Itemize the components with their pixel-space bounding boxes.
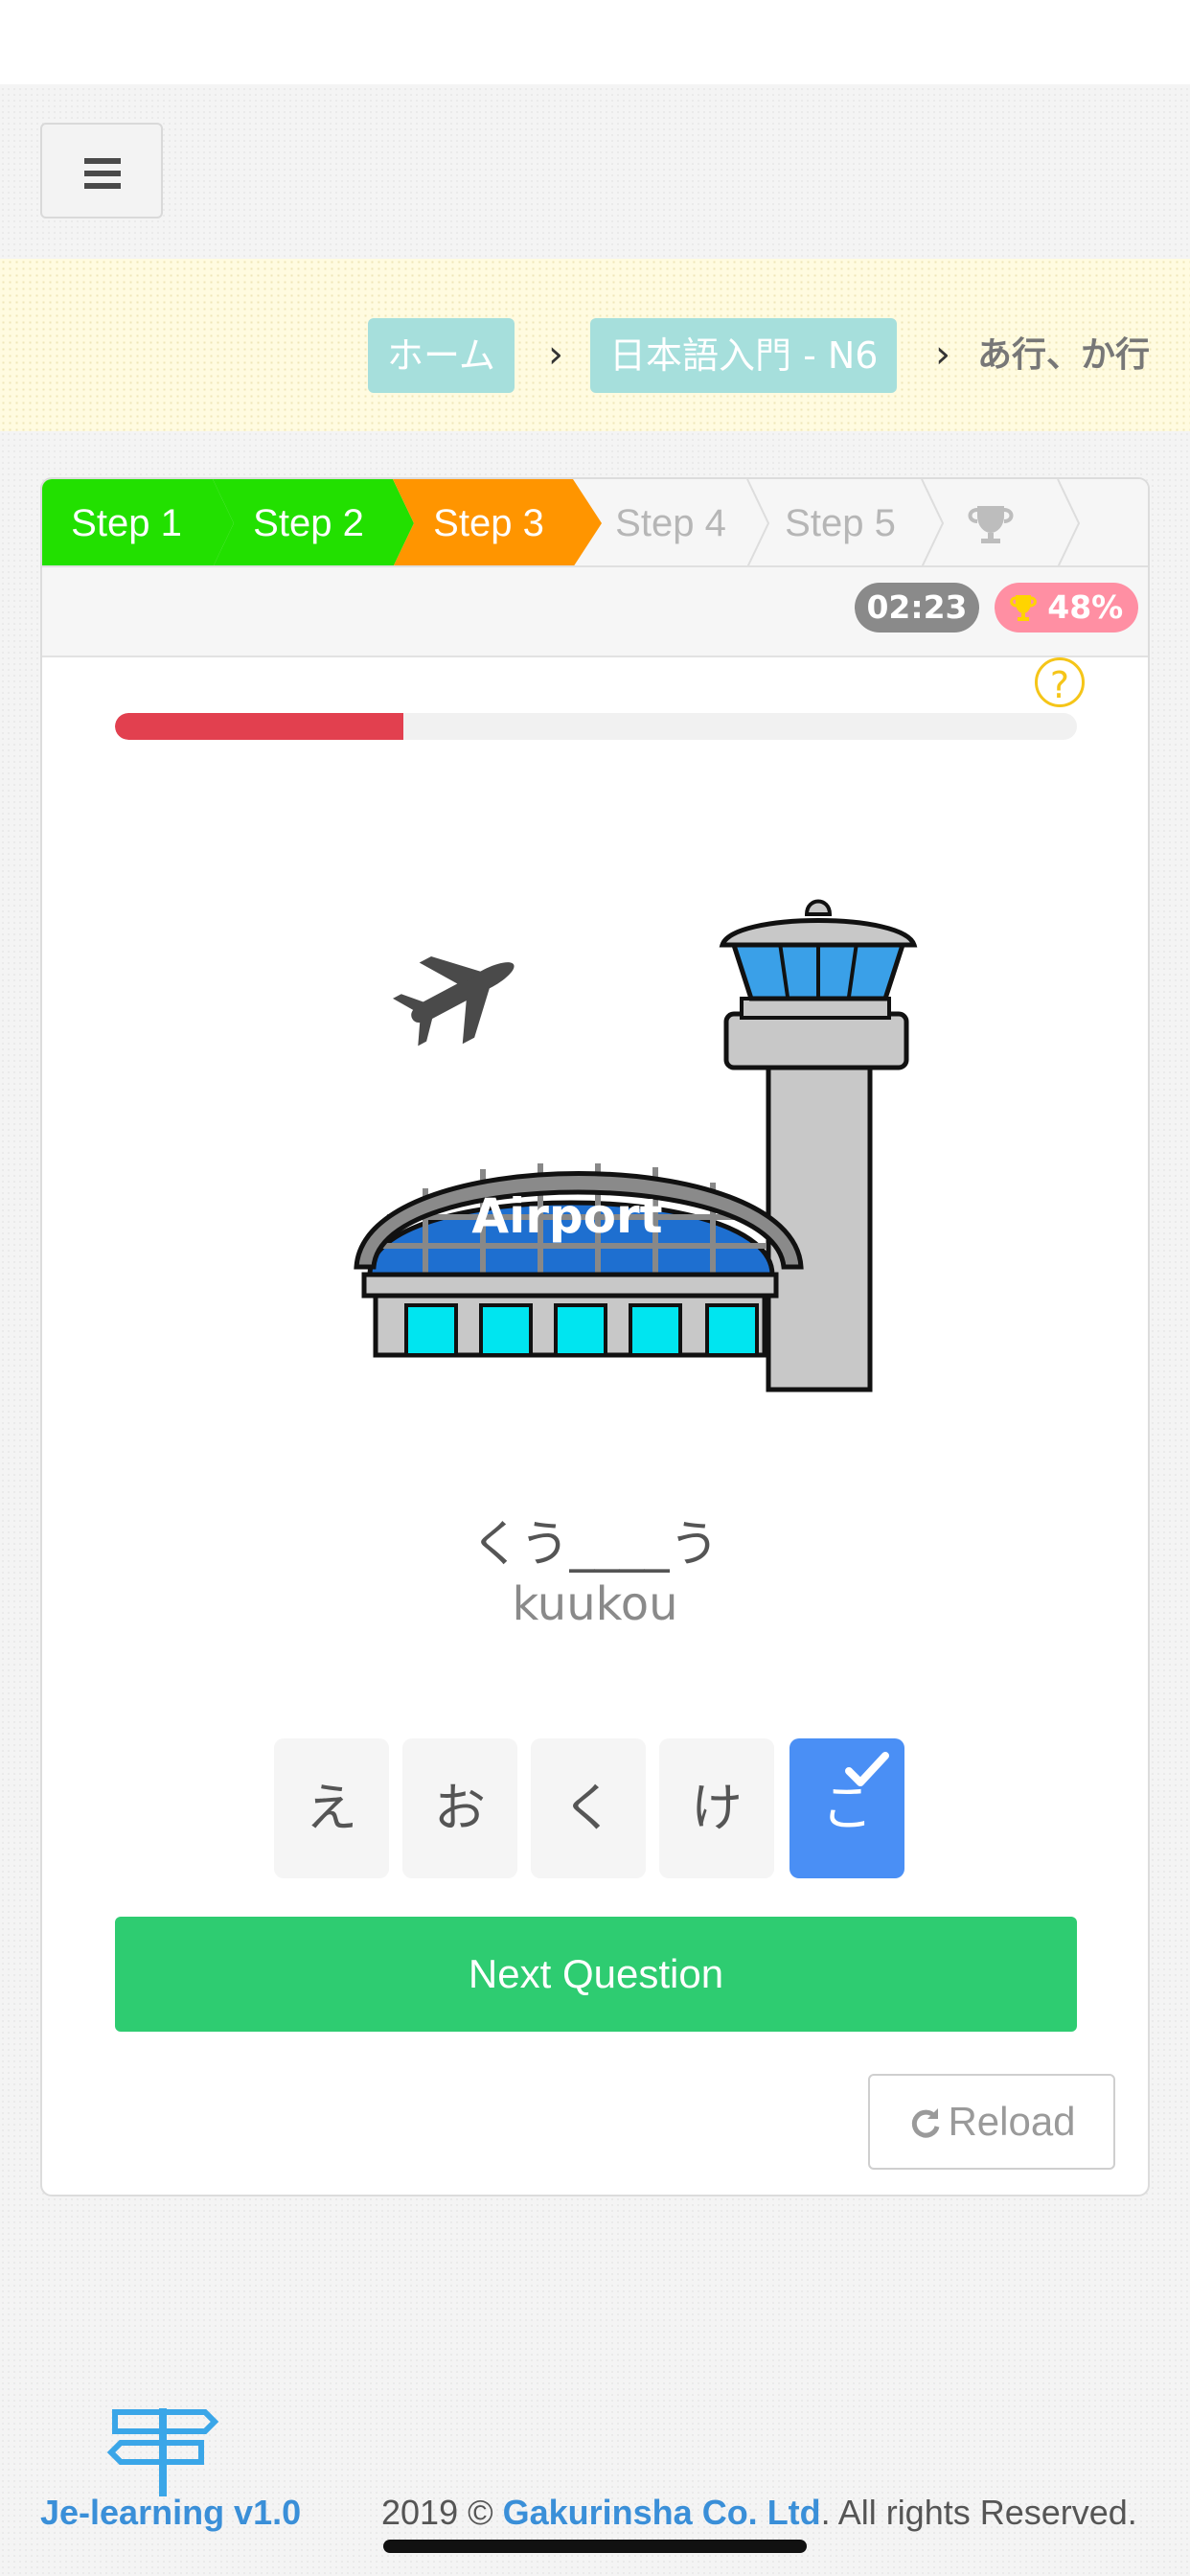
- company-link[interactable]: Gakurinsha Co. Ltd: [503, 2493, 821, 2532]
- choice-option[interactable]: え: [274, 1738, 389, 1878]
- hamburger-icon: [84, 158, 121, 196]
- step-5-label[interactable]: Step 5: [761, 479, 920, 567]
- copyright-suffix: . All rights Reserved.: [820, 2493, 1137, 2532]
- breadcrumb-course[interactable]: 日本語入門 - N6: [590, 318, 898, 393]
- score-value: 48%: [1047, 588, 1124, 626]
- breadcrumb-separator: ›: [548, 333, 563, 377]
- question-kana: くう____う: [470, 1516, 720, 1574]
- copyright-prefix: 2019 ©: [381, 2493, 503, 2532]
- trophy-icon: [1009, 595, 1037, 621]
- question-progress-fill: [115, 713, 404, 740]
- status-bar-area: [0, 0, 1190, 84]
- home-indicator: [383, 2540, 807, 2553]
- step-4-label[interactable]: Step 4: [594, 479, 747, 567]
- choice-option[interactable]: お: [402, 1738, 517, 1878]
- question-progress-bar: [115, 713, 1077, 740]
- quiz-header: Step 1 Step 2 Step 3 Step 4 Step 5 02:23…: [42, 479, 1148, 657]
- footer-copyright: 2019 © Gakurinsha Co. Ltd. All rights Re…: [381, 2492, 1137, 2534]
- choice-option[interactable]: け: [659, 1738, 774, 1878]
- step-divider: [921, 479, 945, 567]
- trophy-icon[interactable]: [968, 506, 1014, 543]
- refresh-icon: [912, 2108, 940, 2138]
- quiz-card: Step 1 Step 2 Step 3 Step 4 Step 5 02:23…: [40, 477, 1150, 2196]
- menu-button[interactable]: [40, 123, 163, 218]
- breadcrumb-current: あ行、か行: [977, 335, 1151, 375]
- footer-brand-link[interactable]: Je-learning v1.0: [40, 2492, 301, 2534]
- signpost-logo-icon: [106, 2408, 219, 2496]
- breadcrumb-separator: ›: [935, 333, 950, 377]
- step-3-label[interactable]: Step 3: [404, 479, 573, 567]
- step-1-label[interactable]: Step 1: [42, 479, 211, 567]
- checkmark-icon: [845, 1752, 889, 1786]
- next-question-button[interactable]: Next Question: [115, 1917, 1077, 2032]
- timer-badge: 02:23: [855, 583, 979, 632]
- airport-sign-text: Airport: [471, 1188, 662, 1244]
- choice-option[interactable]: く: [531, 1738, 646, 1878]
- airport-illustration: Airport: [354, 899, 918, 1392]
- airplane-icon: [392, 955, 515, 1046]
- choice-option-selected[interactable]: こ: [790, 1738, 904, 1878]
- reload-button[interactable]: Reload: [868, 2074, 1115, 2170]
- breadcrumb-home[interactable]: ホーム: [368, 318, 515, 393]
- reload-label: Reload: [948, 2099, 1076, 2144]
- terminal-building: Airport: [354, 1163, 804, 1358]
- step-2-label[interactable]: Step 2: [224, 479, 393, 567]
- score-badge: 48%: [995, 583, 1138, 632]
- question-romaji: kuukou: [512, 1577, 678, 1631]
- step-divider: [1057, 479, 1081, 567]
- help-icon[interactable]: ?: [1035, 657, 1085, 707]
